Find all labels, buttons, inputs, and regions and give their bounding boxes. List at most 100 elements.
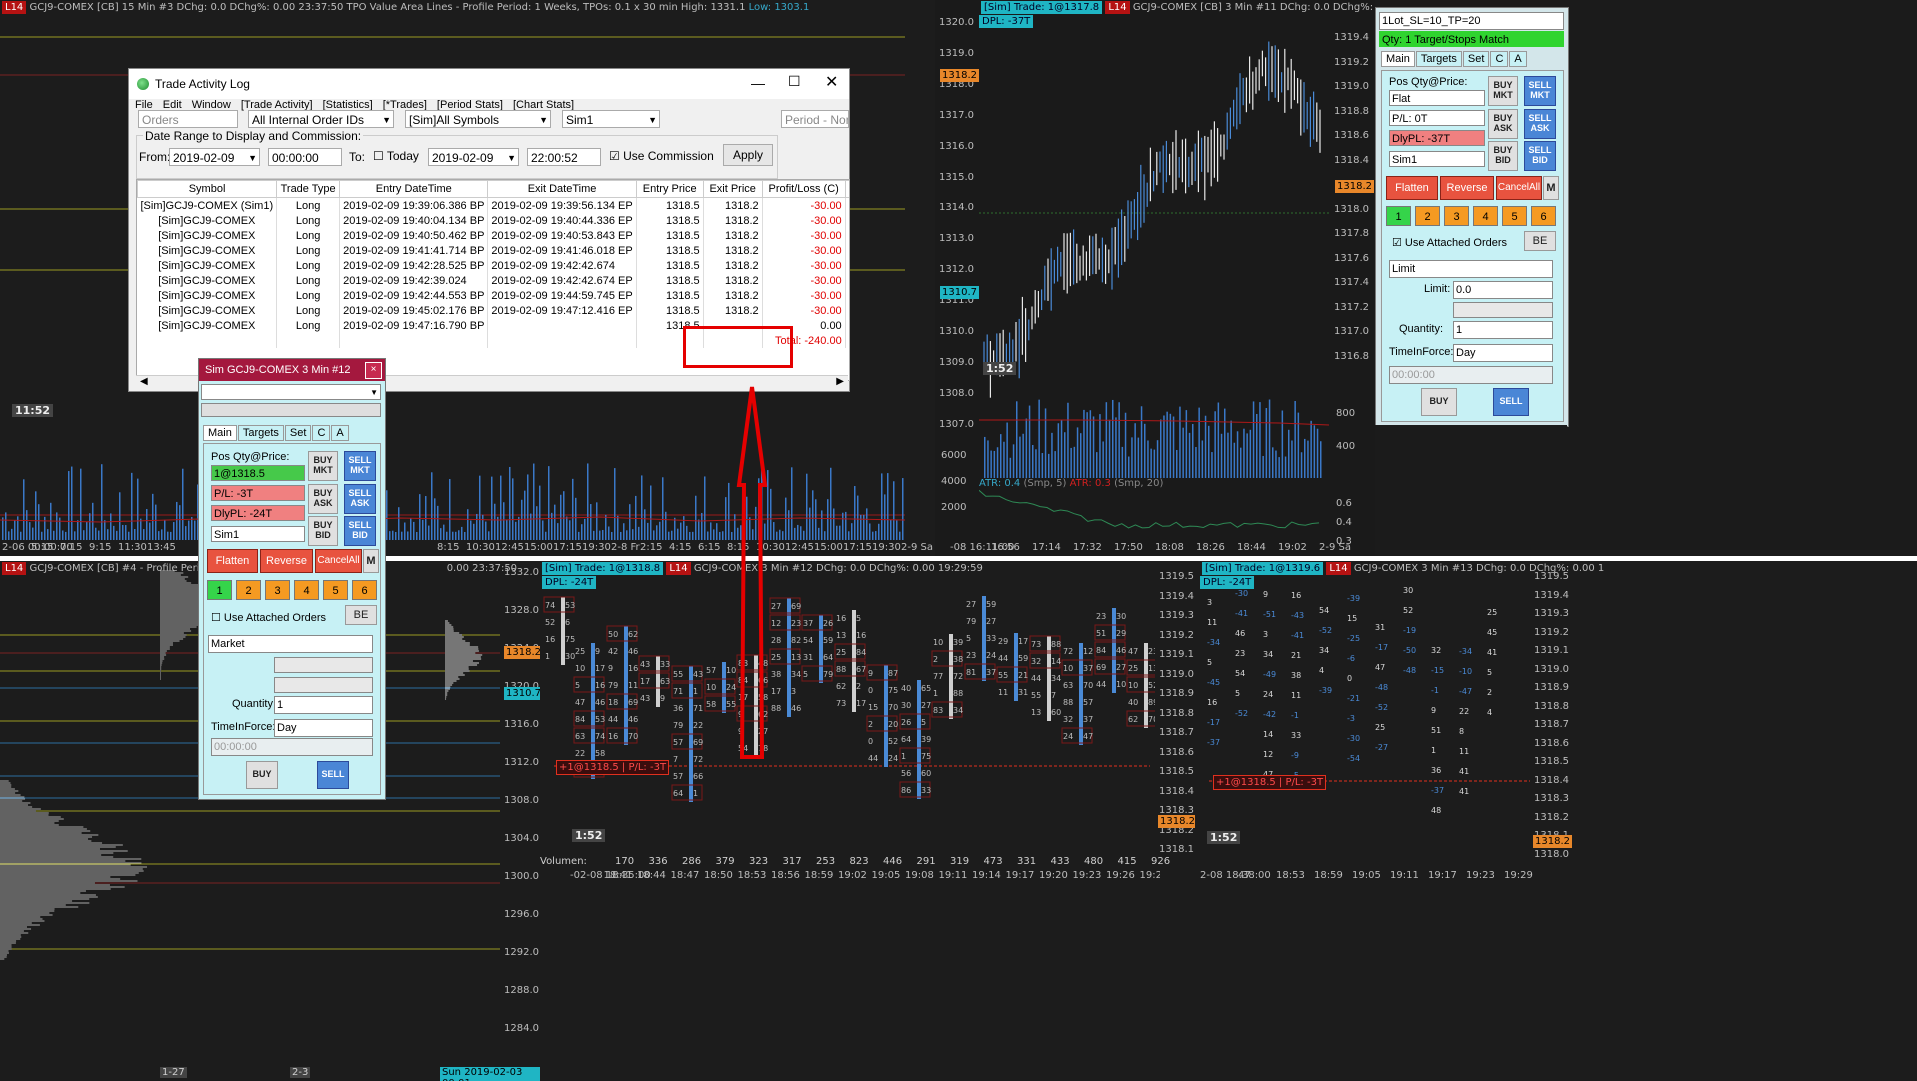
- sell-ask-button[interactable]: SELL ASK: [1524, 109, 1556, 139]
- qty-preset-button[interactable]: 3: [265, 580, 290, 600]
- column-header[interactable]: Trade Quantity: [844, 180, 849, 198]
- account-select[interactable]: Sim1: [1389, 151, 1485, 167]
- qty-preset-button[interactable]: 6: [352, 580, 377, 600]
- tab-a[interactable]: A: [1509, 51, 1527, 67]
- table-row[interactable]: [Sim]GCJ9-COMEX Long 2019-02-09 19:42:44.5…: [137, 288, 849, 303]
- tab-c[interactable]: C: [1490, 51, 1509, 67]
- qty-preset-button[interactable]: 6: [1531, 206, 1556, 226]
- tab-c[interactable]: C: [312, 425, 331, 441]
- qty-preset-button[interactable]: 1: [207, 580, 232, 600]
- symbol-select[interactable]: ▼: [201, 384, 381, 400]
- bottom-mid-chart[interactable]: [Sim] Trade: 1@1318.8 L14 GCJ9-COMEX 3 M…: [540, 561, 1195, 1081]
- today-checkbox[interactable]: ☐ Today: [373, 149, 419, 163]
- bottom-right-chart[interactable]: [Sim] Trade: 1@1319.6 L14 GCJ9-COMEX 3 M…: [1195, 561, 1917, 1081]
- flatten-button[interactable]: Flatten: [1386, 176, 1438, 200]
- order-ids-select[interactable]: All Internal Order IDs ▼: [248, 110, 394, 128]
- sell-mkt-button[interactable]: SELL MKT: [344, 451, 376, 481]
- use-attached-checkbox[interactable]: ☑ Use Attached Orders: [1392, 236, 1507, 249]
- buy-button[interactable]: BUY: [246, 761, 278, 789]
- table-row[interactable]: [Sim]GCJ9-COMEX (Sim1) Long 2019-02-09 19:…: [137, 197, 849, 213]
- be-button[interactable]: BE: [345, 605, 377, 625]
- period-select[interactable]: Period - None: [781, 110, 849, 128]
- table-row[interactable]: [Sim]GCJ9-COMEX Long 2019-02-09 19:40:04.1…: [137, 213, 849, 228]
- column-header[interactable]: Profit/Loss (C): [761, 180, 846, 198]
- account-select[interactable]: Sim1 ▼: [562, 110, 660, 128]
- column-header[interactable]: Trade Type: [276, 180, 341, 198]
- table-row[interactable]: [Sim]GCJ9-COMEX Long 2019-02-09 19:42:39.0…: [137, 273, 849, 288]
- limit-input[interactable]: 0.0: [1453, 281, 1553, 299]
- account-select[interactable]: Sim1: [211, 526, 305, 542]
- qty-preset-button[interactable]: 4: [1473, 206, 1498, 226]
- table-row[interactable]: [Sim]GCJ9-COMEX Long 2019-02-09 19:40:50.4…: [137, 228, 849, 243]
- scroll-left-icon[interactable]: ◀: [140, 376, 148, 387]
- right-chart-trader[interactable]: 1Lot_SL=10_TP=20 Qty: 1 Target/Stops Mat…: [1375, 7, 1569, 427]
- buy-ask-button[interactable]: BUY ASK: [1488, 109, 1518, 139]
- quantity-input[interactable]: 1: [274, 696, 373, 714]
- tab-a[interactable]: A: [331, 425, 349, 441]
- quantity-input[interactable]: 1: [1453, 321, 1553, 339]
- orders-select[interactable]: Orders: [138, 110, 238, 128]
- qty-preset-button[interactable]: 2: [1415, 206, 1440, 226]
- tif-select[interactable]: Day: [274, 719, 373, 737]
- close-icon[interactable]: ✕: [825, 72, 838, 92]
- apply-button[interactable]: Apply: [723, 144, 773, 166]
- config-select[interactable]: 1Lot_SL=10_TP=20: [1379, 12, 1564, 30]
- small-chart-trader-window[interactable]: Sim GCJ9-COMEX 3 Min #12 × ▼ Main Targets…: [198, 358, 386, 800]
- reverse-button[interactable]: Reverse: [260, 549, 313, 573]
- qty-preset-button[interactable]: 1: [1386, 206, 1411, 226]
- table-row[interactable]: [Sim]GCJ9-COMEX Long 2019-02-09 19:41:41.7…: [137, 243, 849, 258]
- window-titlebar[interactable]: Trade Activity Log — ☐ ✕: [129, 69, 849, 99]
- limit2-input[interactable]: [1453, 302, 1553, 318]
- qty-preset-button[interactable]: 5: [1502, 206, 1527, 226]
- order-type-select[interactable]: Market: [208, 635, 373, 653]
- time-input[interactable]: 00:00:00: [1389, 366, 1553, 384]
- be-button[interactable]: BE: [1524, 231, 1556, 251]
- cancel-all-button[interactable]: CancelAll: [1496, 176, 1542, 200]
- close-icon[interactable]: ×: [365, 362, 382, 379]
- sell-bid-button[interactable]: SELL BID: [344, 516, 376, 546]
- use-attached-checkbox[interactable]: ☐ Use Attached Orders: [211, 611, 326, 624]
- tab-main[interactable]: Main: [203, 425, 237, 441]
- price1-input[interactable]: [274, 657, 373, 673]
- table-row[interactable]: [Sim]GCJ9-COMEX Long 2019-02-09 19:45:02.1…: [137, 303, 849, 318]
- buy-mkt-button[interactable]: BUY MKT: [1488, 76, 1518, 106]
- top-mid-chart[interactable]: [Sim] Trade: 1@1317.8 L14 GCJ9-COMEX [CB…: [935, 0, 1375, 556]
- time-input[interactable]: 00:00:00: [211, 738, 373, 756]
- reverse-button[interactable]: Reverse: [1440, 176, 1494, 200]
- maximize-icon[interactable]: ☐: [788, 73, 801, 90]
- qty-preset-button[interactable]: 3: [1444, 206, 1469, 226]
- qty-preset-button[interactable]: 4: [294, 580, 319, 600]
- to-time-input[interactable]: 22:00:52: [527, 148, 601, 166]
- to-date-input[interactable]: 2019-02-09 ▼: [428, 148, 519, 166]
- column-header[interactable]: Exit DateTime: [487, 180, 637, 198]
- sell-button[interactable]: SELL: [1493, 388, 1529, 416]
- from-date-input[interactable]: 2019-02-09 ▼: [169, 148, 260, 166]
- use-commission-checkbox[interactable]: ☑ Use Commission: [609, 149, 714, 163]
- column-header[interactable]: Symbol: [137, 180, 278, 198]
- minimize-icon[interactable]: —: [751, 75, 765, 91]
- price2-input[interactable]: [274, 677, 373, 693]
- buy-bid-button[interactable]: BUY BID: [308, 516, 338, 546]
- column-header[interactable]: Entry Price: [635, 180, 704, 198]
- column-header[interactable]: Exit Price: [702, 180, 763, 198]
- buy-ask-button[interactable]: BUY ASK: [308, 484, 338, 514]
- flatten-button[interactable]: Flatten: [207, 549, 258, 573]
- buy-mkt-button[interactable]: BUY MKT: [308, 451, 338, 481]
- qty-preset-button[interactable]: 2: [236, 580, 261, 600]
- tab-set[interactable]: Set: [284, 425, 312, 441]
- tab-set[interactable]: Set: [1462, 51, 1490, 67]
- tif-select[interactable]: Day: [1453, 344, 1553, 362]
- cancel-all-button[interactable]: CancelAll: [315, 549, 362, 573]
- tab-main[interactable]: Main: [1381, 51, 1415, 67]
- sell-ask-button[interactable]: SELL ASK: [344, 484, 376, 514]
- tab-targets[interactable]: Targets: [237, 425, 284, 441]
- buy-button[interactable]: BUY: [1421, 388, 1457, 416]
- m-button[interactable]: M: [363, 549, 379, 573]
- order-type-select[interactable]: Limit: [1389, 260, 1553, 278]
- symbols-select[interactable]: [Sim]All Symbols ▼: [405, 110, 551, 128]
- qty-preset-button[interactable]: 5: [323, 580, 348, 600]
- sell-button[interactable]: SELL: [317, 761, 349, 789]
- column-header[interactable]: Entry DateTime: [339, 180, 489, 198]
- tab-targets[interactable]: Targets: [1415, 51, 1462, 67]
- sell-bid-button[interactable]: SELL BID: [1524, 141, 1556, 171]
